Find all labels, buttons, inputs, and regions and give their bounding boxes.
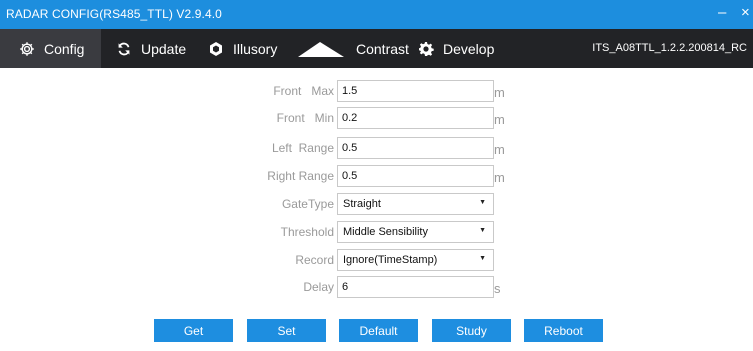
close-button[interactable]: × [741,4,750,22]
left-range-input[interactable] [337,137,494,159]
tab-contrast[interactable]: Contrast [298,29,409,68]
gate-type-select[interactable]: Straight ▼ [337,193,494,215]
reboot-button[interactable]: Reboot [524,319,603,342]
refresh-icon [116,41,132,57]
left-range-unit: m [494,142,505,157]
record-label: Record [295,253,334,267]
gear-icon [19,41,35,57]
front-min-row: Front Min m [0,107,753,129]
mountain-icon [298,41,344,57]
settings-icon [418,41,434,57]
gate-type-row: GateType Straight ▼ [0,193,753,215]
right-range-unit: m [494,170,505,185]
record-row: Record Ignore(TimeStamp) ▼ [0,249,753,271]
tab-config-label: Config [44,40,85,57]
record-value: Ignore(TimeStamp) [343,254,438,266]
title-bar: RADAR CONFIG(RS485_TTL) V2.9.4.0 – × [0,0,753,29]
tab-develop-label: Develop [443,40,495,57]
threshold-row: Threshold Middle Sensibility ▼ [0,221,753,243]
chevron-down-icon: ▼ [479,227,486,234]
front-min-label: Front Min [276,111,334,125]
delay-label: Delay [303,280,334,294]
default-button[interactable]: Default [339,319,418,342]
left-range-label: Left Range [271,141,334,155]
tab-illusory[interactable]: Illusory [208,29,277,68]
chevron-down-icon: ▼ [479,255,486,262]
front-max-row: Front Max m [0,80,753,102]
gate-type-value: Straight [343,198,381,210]
left-range-row: Left Range m [0,137,753,159]
delay-unit: s [494,281,501,296]
threshold-select[interactable]: Middle Sensibility ▼ [337,221,494,243]
tab-update[interactable]: Update [116,29,186,68]
front-max-input[interactable] [337,80,494,102]
window-title: RADAR CONFIG(RS485_TTL) V2.9.4.0 [6,7,222,21]
tab-config[interactable]: Config [0,29,101,68]
tab-develop[interactable]: Develop [418,29,494,68]
right-range-row: Right Range m [0,165,753,187]
hexagon-icon [208,41,224,57]
delay-row: Delay s [0,276,753,298]
delay-input[interactable] [337,276,494,298]
front-max-label: Front Max [273,84,334,98]
study-button[interactable]: Study [432,319,511,342]
right-range-input[interactable] [337,165,494,187]
gate-type-label: GateType [281,197,334,211]
tab-update-label: Update [141,40,187,57]
tab-contrast-label: Contrast [356,40,409,57]
threshold-value: Middle Sensibility [343,226,428,238]
tab-illusory-label: Illusory [233,40,278,57]
chevron-down-icon: ▼ [479,199,486,206]
get-button[interactable]: Get [154,319,233,342]
record-select[interactable]: Ignore(TimeStamp) ▼ [337,249,494,271]
minimize-button[interactable]: – [718,4,726,22]
right-range-label: Right Range [267,169,334,183]
menu-bar: Config Update Illusory Contrast Develop … [0,29,753,68]
front-min-unit: m [494,112,505,127]
set-button[interactable]: Set [247,319,326,342]
threshold-label: Threshold [280,225,334,239]
front-max-unit: m [494,85,505,100]
firmware-version: ITS_A08TTL_1.2.2.200814_RC [592,42,747,54]
front-min-input[interactable] [337,107,494,129]
